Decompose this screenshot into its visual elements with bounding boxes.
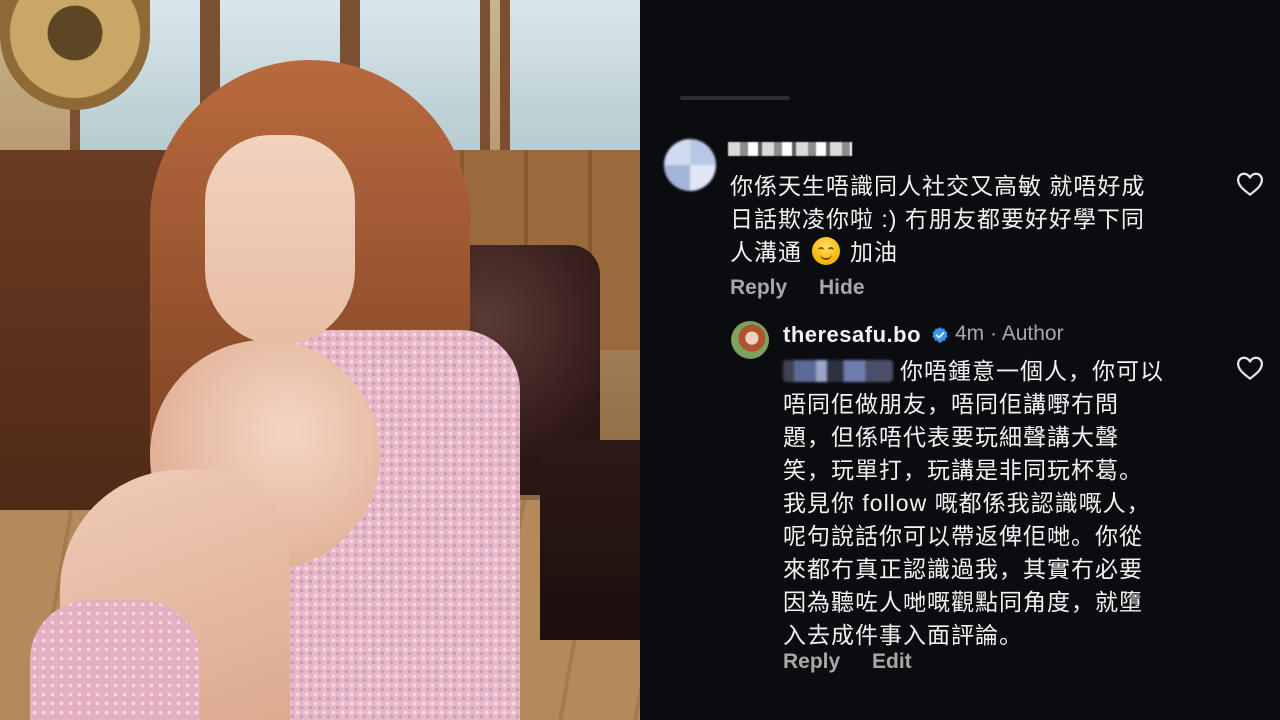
comment-line: 人溝通 加油 [730, 236, 1145, 269]
reply-meta: 4m · Author [955, 322, 1064, 346]
cut-off-text [680, 96, 790, 100]
reply-line: 我見你 follow 嘅都係我認識嘅人， [783, 490, 1151, 516]
reply-line: 來都冇真正認識過我，其實冇必要 [783, 556, 1143, 582]
comment-line: 日話欺凌你啦 :) 冇朋友都要好好學下同 [730, 206, 1145, 232]
reply-line: 入去成件事入面評論。 [783, 622, 1023, 648]
wooden-cabinet [0, 150, 174, 510]
reply-button[interactable]: Reply [783, 650, 840, 674]
comment-line-text: 人溝通 [730, 239, 802, 265]
leather-chair-side [540, 440, 640, 640]
author-avatar[interactable] [731, 321, 769, 359]
hide-button[interactable]: Hide [819, 276, 865, 300]
comment-line: 你係天生唔識同人社交又高敏 就唔好成 [730, 173, 1146, 199]
comment-line-text: 加油 [850, 239, 898, 265]
reply-text: 你唔鍾意一個人，你可以 唔同佢做朋友，唔同佢講嘢冇問 題，但係唔代表要玩細聲講大… [783, 355, 1164, 652]
like-comment-heart-icon[interactable] [1235, 169, 1265, 199]
author-badge: Author [1001, 322, 1064, 345]
like-reply-heart-icon[interactable] [1235, 353, 1265, 383]
smiling-face-icon [812, 237, 840, 265]
reply-line: 唔同佢做朋友，唔同佢講嘢冇問 [783, 391, 1119, 417]
reply-line: 笑，玩單打，玩講是非同玩杯葛。 [783, 457, 1143, 483]
comment-text: 你係天生唔識同人社交又高敏 就唔好成 日話欺凌你啦 :) 冇朋友都要好好學下同 … [730, 170, 1145, 269]
reply-line: 因為聽咗人哋嘅觀點同角度，就墮 [783, 589, 1143, 615]
author-username[interactable]: theresafu.bo [783, 322, 921, 348]
reply-line: 題，但係唔代表要玩細聲講大聲 [783, 424, 1119, 450]
reply-line: 呢句說話你可以帶返俾佢哋。你從 [783, 523, 1143, 549]
reply-line: 你唔鍾意一個人，你可以 [900, 358, 1164, 384]
reply-time: 4m [955, 322, 985, 345]
meta-separator: · [990, 322, 998, 345]
dress-skirt [30, 600, 200, 720]
commenter-avatar-blurred[interactable] [664, 139, 716, 191]
verified-badge-icon [932, 327, 948, 343]
window-pane [500, 0, 640, 160]
commenter-username-blurred[interactable] [728, 142, 852, 156]
reply-button[interactable]: Reply [730, 276, 787, 300]
profile-photo [0, 0, 640, 720]
woman-face [205, 135, 355, 345]
edit-button[interactable]: Edit [872, 650, 912, 674]
